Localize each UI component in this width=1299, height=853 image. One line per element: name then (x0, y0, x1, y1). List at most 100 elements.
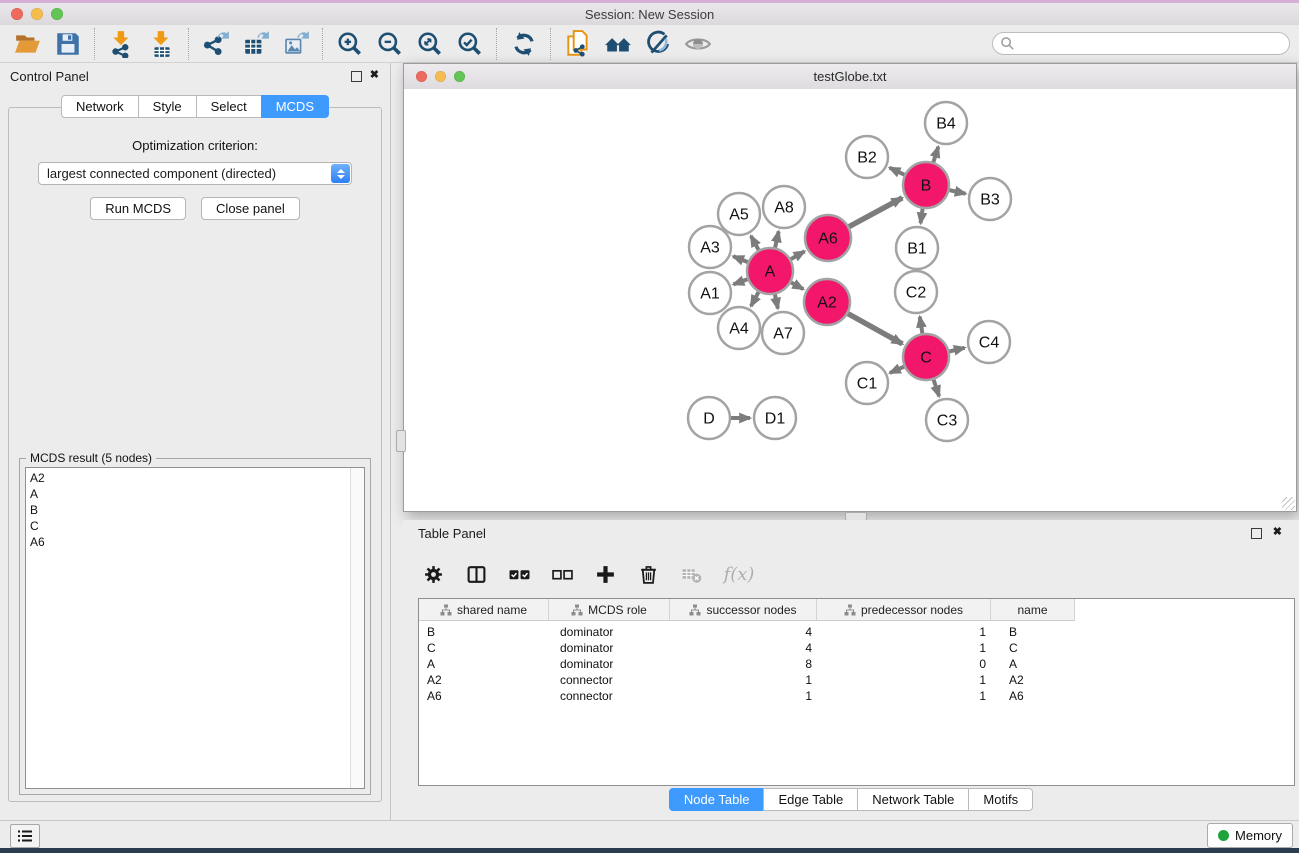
network-zoom-button[interactable] (454, 71, 465, 82)
table-row[interactable]: A2connector11A2 (419, 672, 1294, 688)
network-canvas[interactable]: AA6A2BCA5A8A3A1A4A7B2B4B3B1C2C4C1C3DD1 (404, 89, 1296, 511)
node-table-body: Bdominator41BCdominator41CAdominator80AA… (419, 621, 1294, 704)
list-icon (17, 829, 33, 843)
close-panel-button[interactable]: Close panel (201, 197, 300, 220)
zoom-in-button[interactable] (330, 27, 370, 61)
table-row[interactable]: Cdominator41C (419, 640, 1294, 656)
mcds-result-listbox[interactable]: A2ABCA6 (25, 467, 365, 789)
mcds-result-item[interactable]: B (26, 502, 364, 518)
tab-network[interactable]: Network (61, 95, 139, 118)
float-table-panel-icon[interactable] (1251, 528, 1262, 539)
column-header-name[interactable]: name (991, 599, 1075, 620)
network-graph[interactable]: AA6A2BCA5A8A3A1A4A7B2B4B3B1C2C4C1C3DD1 (404, 89, 1296, 511)
show-panels-button[interactable] (678, 27, 718, 61)
mcds-result-group: MCDS result (5 nodes) A2ABCA6 (19, 458, 371, 795)
column-header-MCDS-role[interactable]: MCDS role (549, 599, 670, 620)
task-history-button[interactable] (10, 824, 40, 848)
node-label-A6: A6 (818, 231, 838, 248)
network-minimize-button[interactable] (435, 71, 446, 82)
import-network-button[interactable] (102, 27, 142, 61)
run-mcds-button[interactable]: Run MCDS (90, 197, 186, 220)
network-window-titlebar[interactable]: testGlobe.txt (404, 64, 1296, 90)
optimization-criterion-select[interactable]: largest connected component (directed) (38, 162, 352, 185)
zoom-window-button[interactable] (51, 8, 63, 20)
delete-column-button[interactable] (636, 561, 660, 587)
export-network-icon (202, 30, 230, 58)
add-column-button[interactable] (593, 561, 617, 587)
result-scrollbar[interactable] (350, 468, 364, 788)
window-controls (11, 3, 63, 25)
column-header-shared-name[interactable]: shared name (419, 599, 549, 620)
deselect-all-columns-button[interactable] (550, 561, 574, 587)
refresh-view-button[interactable] (504, 27, 544, 61)
hide-panels-button[interactable] (638, 27, 678, 61)
node-label-C3: C3 (937, 413, 958, 430)
split-view-button[interactable] (464, 561, 488, 587)
tab-style[interactable]: Style (138, 95, 197, 118)
toolbar-separator (94, 28, 96, 60)
close-table-panel-icon[interactable]: ✖ (1273, 526, 1282, 539)
table-cell: B (419, 625, 549, 639)
table-toolbar: f(x) (421, 554, 756, 594)
mcds-result-item[interactable]: C (26, 518, 364, 534)
zoom-in-icon (336, 30, 364, 58)
column-header-label: predecessor nodes (861, 603, 963, 617)
memory-button[interactable]: Memory (1207, 823, 1293, 848)
table-cell: A6 (419, 689, 549, 703)
tab-mcds[interactable]: MCDS (261, 95, 329, 118)
zoom-selected-button[interactable] (450, 27, 490, 61)
table-cell: 1 (670, 673, 817, 687)
control-panel-header: Control Panel ✖ (0, 63, 390, 89)
tab-edge-table[interactable]: Edge Table (763, 788, 858, 811)
function-icon: f(x) (724, 564, 755, 585)
node-label-D: D (703, 411, 715, 428)
tab-network-table[interactable]: Network Table (857, 788, 969, 811)
table-cell: 0 (817, 657, 991, 671)
export-table-button[interactable] (236, 27, 276, 61)
node-label-A5: A5 (729, 207, 749, 224)
open-folder-button[interactable] (8, 27, 48, 61)
export-network-button[interactable] (196, 27, 236, 61)
node-label-B1: B1 (907, 241, 927, 258)
network-close-button[interactable] (416, 71, 427, 82)
table-cell: 4 (670, 625, 817, 639)
zoom-fit-button[interactable] (410, 27, 450, 61)
save-session-button[interactable] (48, 27, 88, 61)
close-window-button[interactable] (11, 8, 23, 20)
table-cell: connector (549, 689, 670, 703)
table-row[interactable]: Bdominator41B (419, 624, 1294, 640)
mcds-result-item[interactable]: A2 (26, 470, 364, 486)
import-table-button[interactable] (142, 27, 182, 61)
control-panel-title: Control Panel (10, 69, 89, 84)
home-view-button[interactable] (598, 27, 638, 61)
column-header-label: successor nodes (706, 603, 796, 617)
main-toolbar (0, 25, 1299, 63)
delete-table-icon (681, 564, 702, 585)
add-column-icon (595, 564, 616, 585)
tab-select[interactable]: Select (196, 95, 262, 118)
vertical-splitter-handle[interactable] (396, 430, 406, 452)
tab-node-table[interactable]: Node Table (669, 788, 765, 811)
select-all-columns-button[interactable] (507, 561, 531, 587)
column-header-successor-nodes[interactable]: successor nodes (670, 599, 817, 620)
settings-button[interactable] (421, 561, 445, 587)
zoom-out-button[interactable] (370, 27, 410, 61)
table-panel-title: Table Panel (418, 526, 486, 541)
table-row[interactable]: A6connector11A6 (419, 688, 1294, 704)
search-input[interactable] (992, 32, 1290, 55)
memory-status-icon (1218, 830, 1229, 841)
toolbar-separator (550, 28, 552, 60)
mcds-result-item[interactable]: A6 (26, 534, 364, 550)
float-panel-icon[interactable] (351, 71, 362, 82)
minimize-window-button[interactable] (31, 8, 43, 20)
table-row[interactable]: Adominator80A (419, 656, 1294, 672)
mcds-result-item[interactable]: A (26, 486, 364, 502)
settings-icon (423, 564, 444, 585)
column-header-predecessor-nodes[interactable]: predecessor nodes (817, 599, 991, 620)
export-image-button[interactable] (276, 27, 316, 61)
close-panel-icon[interactable]: ✖ (370, 69, 379, 82)
copy-session-button[interactable] (558, 27, 598, 61)
window-resize-grip[interactable] (1282, 497, 1295, 510)
titlebar[interactable]: Session: New Session (0, 3, 1299, 25)
tab-motifs[interactable]: Motifs (968, 788, 1033, 811)
